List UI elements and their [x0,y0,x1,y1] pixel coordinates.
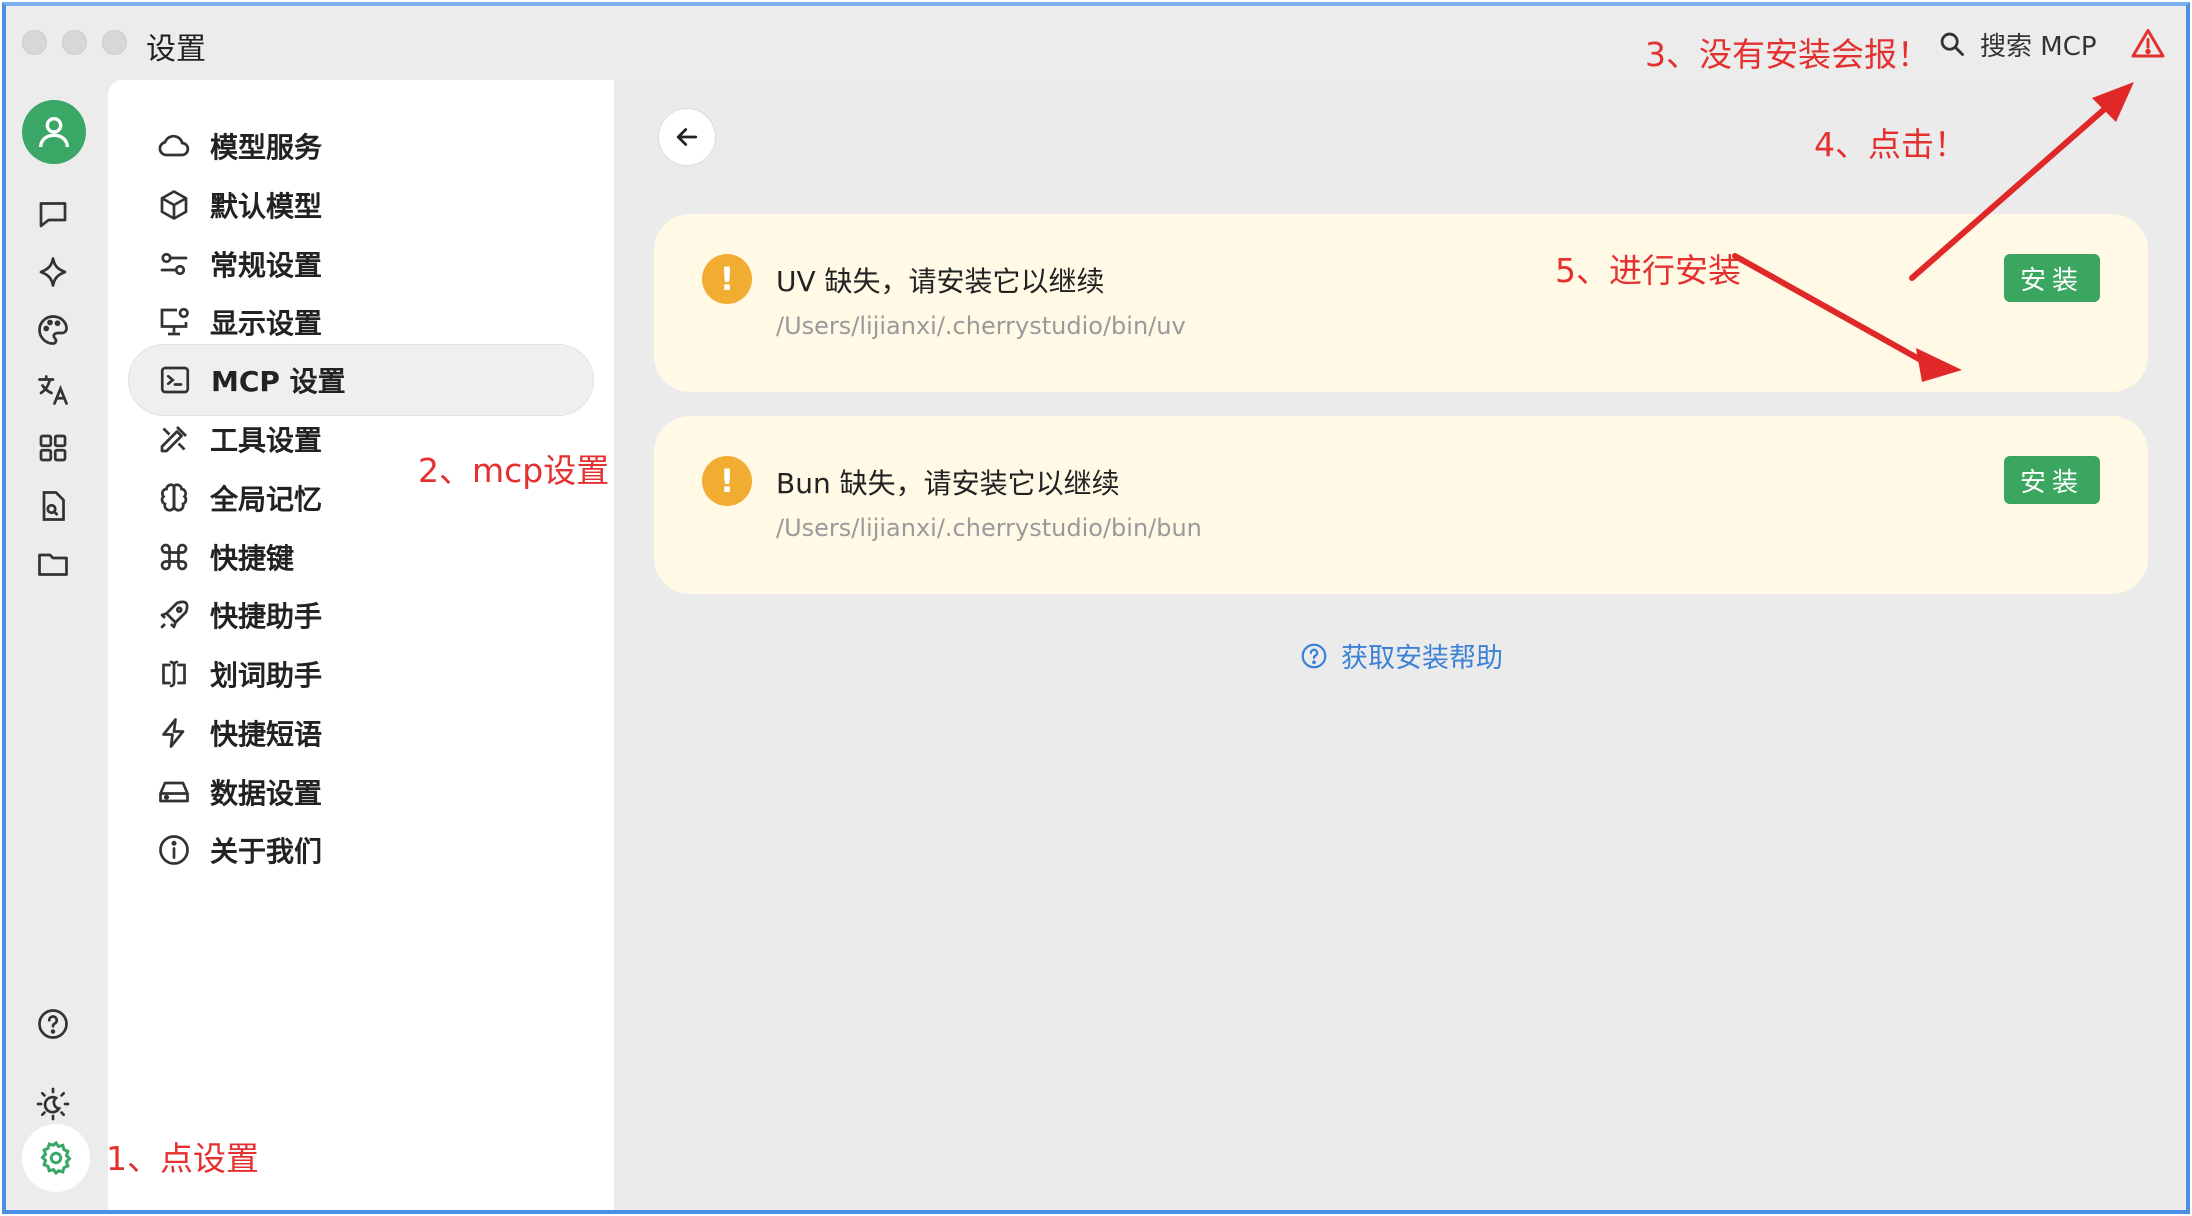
nav-label: 快捷键 [210,542,295,575]
main-content: ! UV 缺失，请安装它以继续 /Users/lijianxi/.cherrys… [614,80,2186,1210]
nav-item-about-us[interactable]: 关于我们 [128,814,594,886]
sliders-icon [154,244,194,284]
palette-icon[interactable] [25,302,81,358]
text-cursor-icon [154,654,194,694]
nav-label: 默认模型 [210,190,323,223]
settings-gear-icon[interactable] [22,1124,90,1192]
nav-label: 关于我们 [210,835,323,868]
bun-missing-card: ! Bun 缺失，请安装它以继续 /Users/lijianxi/.cherry… [654,416,2148,594]
folder-icon[interactable] [25,536,81,592]
nav-label: 快捷短语 [210,718,323,751]
help-link-label: 获取安装帮助 [1341,643,1503,674]
command-key-icon [154,537,194,577]
annotation-step-1: 1、点设置 [106,1139,259,1178]
search-label: 搜索 MCP [1980,31,2097,62]
nav-label: 快捷助手 [210,600,323,633]
nav-label: MCP 设置 [211,365,346,398]
card-title: UV 缺失，请安装它以继续 [776,265,1105,298]
window-title: 设置 [146,32,206,67]
warning-triangle-icon[interactable] [2130,26,2166,62]
nav-label: 数据设置 [210,777,323,810]
arrow-left-icon [676,128,698,146]
warning-circle-icon: ! [702,254,752,304]
uv-missing-card: ! UV 缺失，请安装它以继续 /Users/lijianxi/.cherrys… [654,214,2148,392]
card-title: Bun 缺失，请安装它以继续 [776,467,1120,500]
search-icon [1940,32,1964,56]
lightning-icon [154,713,194,753]
tools-icon [154,419,194,459]
annotation-step-2: 2、mcp设置 [418,451,610,490]
card-path: /Users/lijianxi/.cherrystudio/bin/uv [776,312,1186,340]
warning-circle-icon: ! [702,456,752,506]
help-circle-icon [1301,643,1327,668]
nav-label: 模型服务 [210,131,323,164]
card-path: /Users/lijianxi/.cherrystudio/bin/bun [776,514,1202,542]
help-circle-icon[interactable] [25,996,81,1052]
icon-rail [6,80,104,1210]
annotation-step-5: 5、进行安装 [1555,251,1741,290]
nav-label: 全局记忆 [210,483,323,516]
nav-label: 划词助手 [210,659,323,692]
monitor-settings-icon [154,302,194,342]
app-window: 设置 搜索 MCP 模型服务 默认模型 常规设置 显示设置 MCP 设置 工具设… [2,2,2190,1214]
settings-nav-panel: 模型服务 默认模型 常规设置 显示设置 MCP 设置 工具设置 全局记忆 快捷键… [108,80,614,1210]
close-window-button[interactable] [22,30,47,55]
back-button[interactable] [658,108,716,166]
nav-label: 常规设置 [210,249,323,282]
storage-icon [154,772,194,812]
mcp-search[interactable]: 搜索 MCP [1938,24,2097,64]
sparkle-icon[interactable] [25,244,81,300]
brain-icon [154,478,194,518]
minimize-window-button[interactable] [62,30,87,55]
chat-icon[interactable] [25,186,81,242]
info-icon [154,830,194,870]
apps-grid-icon[interactable] [25,420,81,476]
user-avatar-icon[interactable] [22,100,86,164]
install-bun-button[interactable]: 安装 [2004,456,2100,504]
zoom-window-button[interactable] [102,30,127,55]
translate-icon[interactable] [25,362,81,418]
annotation-step-4: 4、点击！ [1814,125,1967,164]
terminal-icon [155,360,195,400]
cube-icon [154,185,194,225]
nav-label: 显示设置 [210,307,323,340]
annotation-step-3: 3、没有安装会报！ [1645,35,1930,74]
rocket-icon [154,595,194,635]
document-search-icon[interactable] [25,478,81,534]
nav-label: 工具设置 [210,424,323,457]
cloud-icon [154,126,194,166]
install-help-link[interactable]: 获取安装帮助 [1299,636,1503,675]
install-uv-button[interactable]: 安装 [2004,254,2100,302]
